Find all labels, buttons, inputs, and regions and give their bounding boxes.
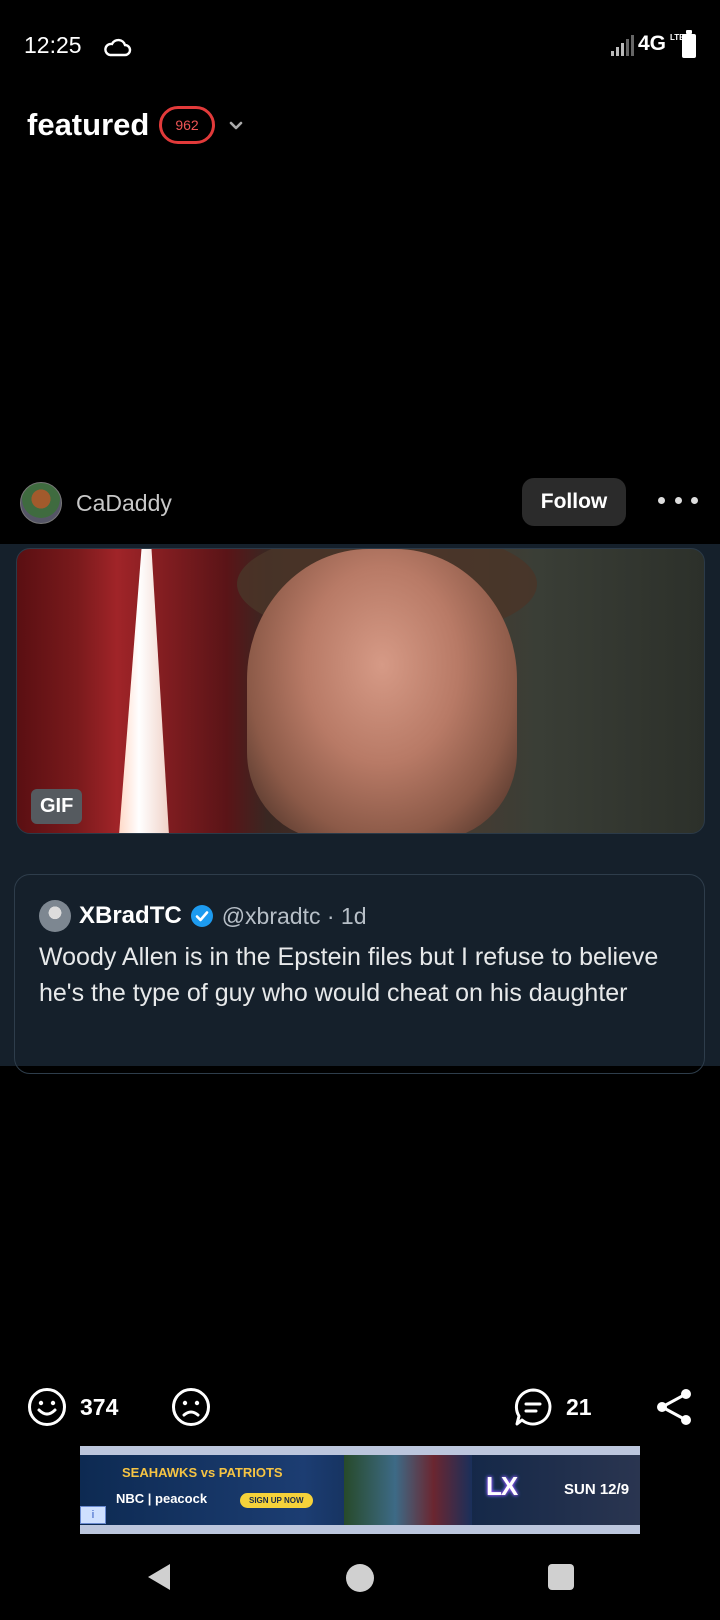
quoted-tweet[interactable]: XBradTC @xbradtc · 1d Woody Allen is in … xyxy=(14,874,705,1074)
system-nav-bar xyxy=(0,1540,720,1620)
signal-icon xyxy=(611,35,634,56)
author-row: CaDaddy Follow xyxy=(0,470,720,534)
post-content[interactable]: GIF XBradTC @xbradtc · 1d Woody Allen is… xyxy=(0,544,720,1074)
ad-event-logo: LX xyxy=(486,1471,518,1501)
network-sub-label: LTE xyxy=(670,33,685,42)
ad-brands: NBC | peacock xyxy=(116,1491,208,1506)
follow-button[interactable]: Follow xyxy=(522,478,626,526)
battery-icon xyxy=(682,30,696,58)
feed-selector[interactable]: featured 962 xyxy=(27,100,247,150)
more-icon[interactable] xyxy=(658,490,698,510)
page-title: featured xyxy=(27,107,150,142)
quoted-tweet-text: Woody Allen is in the Epstein files but … xyxy=(39,943,659,1007)
upvote-button[interactable]: 374 xyxy=(26,1386,118,1428)
avatar xyxy=(39,900,71,932)
frown-icon xyxy=(172,1388,210,1426)
status-bar: 12:25 4G LTE xyxy=(0,0,720,92)
recent-apps-icon[interactable] xyxy=(548,1564,574,1590)
quoted-author-name: XBradTC xyxy=(79,902,182,929)
downvote-button[interactable] xyxy=(170,1386,212,1428)
back-icon[interactable] xyxy=(146,1562,172,1592)
ad-matchup: SEAHAWKS vs PATRIOTS xyxy=(122,1465,283,1480)
gif-badge: GIF xyxy=(31,789,83,824)
ad-players-image xyxy=(344,1455,472,1525)
gif-light-streak xyxy=(119,549,169,833)
more-dot xyxy=(674,496,682,504)
gif-face xyxy=(247,549,517,833)
smile-icon xyxy=(28,1388,66,1426)
count-badge: 962 xyxy=(159,106,215,144)
network-label: 4G xyxy=(638,32,667,55)
ad-info-icon[interactable]: i xyxy=(80,1506,106,1524)
comment-button[interactable]: 21 xyxy=(512,1386,592,1428)
more-dot xyxy=(658,496,665,504)
quoted-author-handle: @xbradtc · 1d xyxy=(221,902,367,929)
action-bar: 374 21 xyxy=(0,1382,720,1438)
status-time: 12:25 xyxy=(24,32,82,58)
author-name[interactable]: CaDaddy xyxy=(76,490,172,517)
share-button[interactable] xyxy=(654,1386,696,1428)
quoted-tweet-header: XBradTC @xbradtc · 1d xyxy=(39,899,366,933)
ad-content: SEAHAWKS vs PATRIOTS NBC | peacock SIGN … xyxy=(80,1455,640,1525)
gif-image[interactable]: GIF xyxy=(16,548,705,834)
verified-icon xyxy=(190,905,213,927)
chevron-down-icon[interactable] xyxy=(225,114,247,136)
ad-date: SUN 12/9 xyxy=(564,1481,630,1498)
comment-icon xyxy=(514,1388,552,1426)
ad-banner[interactable]: SEAHAWKS vs PATRIOTS NBC | peacock SIGN … xyxy=(80,1446,640,1534)
cloud-icon xyxy=(104,38,132,57)
comment-count: 21 xyxy=(566,1393,592,1420)
share-icon xyxy=(657,1389,691,1425)
avatar[interactable] xyxy=(20,482,62,524)
upvote-count: 374 xyxy=(80,1393,119,1420)
more-dot xyxy=(691,496,698,504)
home-icon[interactable] xyxy=(346,1564,374,1592)
ad-signup-button[interactable]: SIGN UP NOW xyxy=(240,1493,313,1508)
